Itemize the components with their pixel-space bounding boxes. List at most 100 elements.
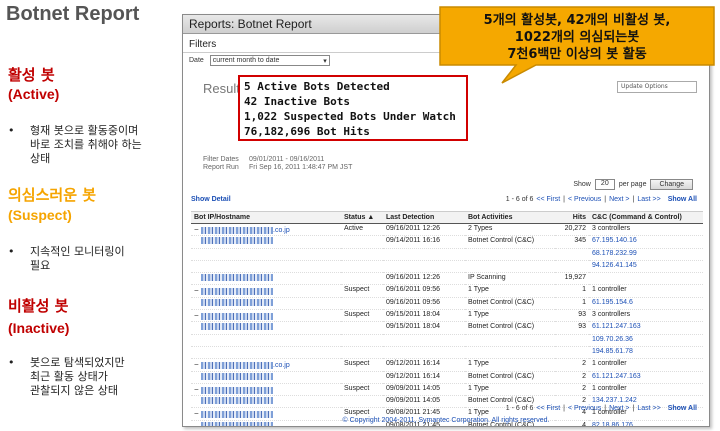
cell-cc[interactable]: 109.70.26.36 bbox=[589, 334, 703, 347]
cell-hits: 2 bbox=[555, 358, 589, 372]
cell-host: − bbox=[191, 309, 341, 323]
table-row[interactable]: 09/16/2011 12:26 IP Scanning 19,927 bbox=[191, 272, 703, 286]
cell-hits: 1 bbox=[555, 284, 589, 298]
cell-cc[interactable]: 61.121.247.163 bbox=[589, 321, 703, 335]
pager-next[interactable]: Next > bbox=[609, 196, 629, 203]
page-size-control: Show 20 per page Change bbox=[573, 179, 693, 190]
table-row[interactable]: 109.70.26.36 bbox=[191, 334, 703, 347]
show-label: Show bbox=[573, 181, 591, 188]
cell-cc: 3 controllers bbox=[589, 309, 703, 323]
stat-active: 5 Active Bots Detected bbox=[244, 80, 390, 93]
stat-hits: 76,182,696 Bot Hits bbox=[244, 125, 370, 138]
col-host[interactable]: Bot IP/Hostname bbox=[191, 211, 341, 224]
cell-host bbox=[191, 321, 341, 335]
pager-first[interactable]: << First bbox=[536, 405, 560, 412]
cell-date: 09/12/2011 16:14 bbox=[383, 358, 465, 372]
table-row[interactable]: 94.126.41.145 bbox=[191, 260, 703, 274]
table-row[interactable]: 09/14/2011 16:16 Botnet Control (C&C) 345 6… bbox=[191, 235, 703, 249]
table-row[interactable]: 09/16/2011 09:56 Botnet Control (C&C) 1 61.… bbox=[191, 297, 703, 311]
cell-hits: 2 bbox=[555, 371, 589, 384]
pager-last[interactable]: Last >> bbox=[637, 405, 660, 412]
pager-range: 1 - 6 of 6 bbox=[505, 405, 534, 412]
cell-cc[interactable]: 61.195.154.6 bbox=[589, 297, 703, 311]
pager-first[interactable]: << First bbox=[536, 196, 560, 203]
cell-hits bbox=[555, 248, 589, 261]
collapse-icon[interactable]: − bbox=[194, 225, 201, 234]
cell-activity: 1 Type bbox=[465, 284, 555, 298]
table-row[interactable]: − .co.jp Active 09/16/2011 12:26 2 Types 20,2… bbox=[191, 223, 703, 237]
cell-cc[interactable]: 68.178.232.99 bbox=[589, 248, 703, 261]
table-row[interactable]: − Suspect 09/15/2011 18:04 1 Type 93 3 contro… bbox=[191, 309, 703, 323]
bullet-dot: • bbox=[8, 356, 15, 369]
pager-prev[interactable]: < Previous bbox=[568, 196, 601, 203]
redacted-host bbox=[201, 323, 273, 331]
cell-cc[interactable]: 194.85.61.78 bbox=[589, 346, 703, 360]
redacted-host bbox=[201, 372, 273, 380]
redacted-host bbox=[201, 274, 273, 282]
cell-status bbox=[341, 235, 383, 249]
cell-host: − .co.jp bbox=[191, 358, 341, 372]
cell-activity: 1 Type bbox=[465, 309, 555, 323]
pager-show-all[interactable]: Show All bbox=[668, 405, 697, 412]
cell-status bbox=[341, 297, 383, 311]
col-status[interactable]: Status ▲ bbox=[341, 211, 383, 224]
date-select-value: current month to date bbox=[212, 57, 280, 64]
table-body: − .co.jp Active 09/16/2011 12:26 2 Types 20,2… bbox=[191, 223, 703, 426]
table-row[interactable]: 194.85.61.78 bbox=[191, 346, 703, 360]
cell-date bbox=[383, 260, 465, 274]
cell-cc[interactable]: 61.121.247.163 bbox=[589, 371, 703, 384]
stat-suspected: 1,022 Suspected Bots Under Watch bbox=[244, 110, 456, 123]
cell-cc: 1 controller bbox=[589, 358, 703, 372]
redacted-host bbox=[201, 361, 273, 369]
pager-show-all[interactable]: Show All bbox=[668, 196, 697, 203]
table-row[interactable]: − Suspect 09/09/2011 14:05 1 Type 2 1 control… bbox=[191, 383, 703, 397]
cell-status: Suspect bbox=[341, 358, 383, 372]
pager-top: 1 - 6 of 6 << First | < Previous | Next > |… bbox=[505, 196, 697, 203]
cell-cc[interactable]: 67.195.140.16 bbox=[589, 235, 703, 249]
table-row[interactable]: 68.178.232.99 bbox=[191, 248, 703, 261]
table-row[interactable]: 09/12/2011 16:14 Botnet Control (C&C) 2 61.… bbox=[191, 371, 703, 384]
cell-activity bbox=[465, 248, 555, 261]
pager-prev[interactable]: < Previous bbox=[568, 405, 601, 412]
bullet-text: 봇으로 탐색되었지만 최근 활동 상태가 관찰되지 않은 상태 bbox=[30, 356, 125, 397]
collapse-icon[interactable]: − bbox=[194, 360, 201, 369]
pager-next[interactable]: Next > bbox=[609, 405, 629, 412]
copyright-footer: © Copyright 2004-2011, Symantec Corporat… bbox=[342, 417, 550, 424]
cell-status bbox=[341, 321, 383, 335]
slide-title: Botnet Report bbox=[6, 3, 140, 25]
col-cc[interactable]: C&C (Command & Control) bbox=[589, 211, 703, 224]
date-select[interactable]: current month to date ▾ bbox=[209, 55, 330, 66]
collapse-icon[interactable]: − bbox=[194, 311, 201, 320]
cell-status bbox=[341, 260, 383, 274]
host-suffix[interactable]: .co.jp bbox=[273, 362, 290, 369]
host-suffix[interactable]: .co.jp bbox=[273, 227, 290, 234]
pager-bottom: 1 - 6 of 6 << First | < Previous | Next > |… bbox=[505, 405, 697, 412]
redacted-host bbox=[201, 226, 273, 234]
col-bot-activities[interactable]: Bot Activities bbox=[465, 211, 555, 224]
table-row[interactable]: 09/15/2011 18:04 Botnet Control (C&C) 93 61… bbox=[191, 321, 703, 335]
cell-status bbox=[341, 371, 383, 384]
table-row[interactable]: − Suspect 09/16/2011 09:56 1 Type 1 1 control… bbox=[191, 284, 703, 298]
cell-host bbox=[191, 260, 341, 274]
callout-line: 1022개의 의심되는봇 bbox=[514, 30, 640, 45]
change-button[interactable]: Change bbox=[650, 179, 693, 190]
cell-status: Suspect bbox=[341, 383, 383, 397]
cell-hits: 345 bbox=[555, 235, 589, 249]
redacted-host bbox=[201, 386, 273, 394]
collapse-icon[interactable]: − bbox=[194, 286, 201, 295]
col-last-detection[interactable]: Last Detection bbox=[383, 211, 465, 224]
show-detail-link[interactable]: Show Detail bbox=[191, 196, 231, 203]
cell-hits: 2 bbox=[555, 383, 589, 397]
table-row[interactable]: − .co.jp Suspect 09/12/2011 16:14 1 Type 2 1 c… bbox=[191, 358, 703, 372]
page-size-input[interactable]: 20 bbox=[594, 179, 615, 190]
cell-cc[interactable]: 94.126.41.145 bbox=[589, 260, 703, 274]
date-filter-row: Date current month to date ▾ bbox=[189, 55, 330, 66]
section-active-subtitle: (Active) bbox=[8, 86, 60, 102]
collapse-icon[interactable]: − bbox=[194, 385, 201, 394]
cell-hits bbox=[555, 260, 589, 274]
cell-activity: 1 Type bbox=[465, 383, 555, 397]
cell-date: 09/16/2011 12:26 bbox=[383, 223, 465, 237]
report-run-label: Report Run bbox=[203, 164, 239, 171]
pager-last[interactable]: Last >> bbox=[637, 196, 660, 203]
col-hits[interactable]: Hits bbox=[555, 211, 589, 224]
